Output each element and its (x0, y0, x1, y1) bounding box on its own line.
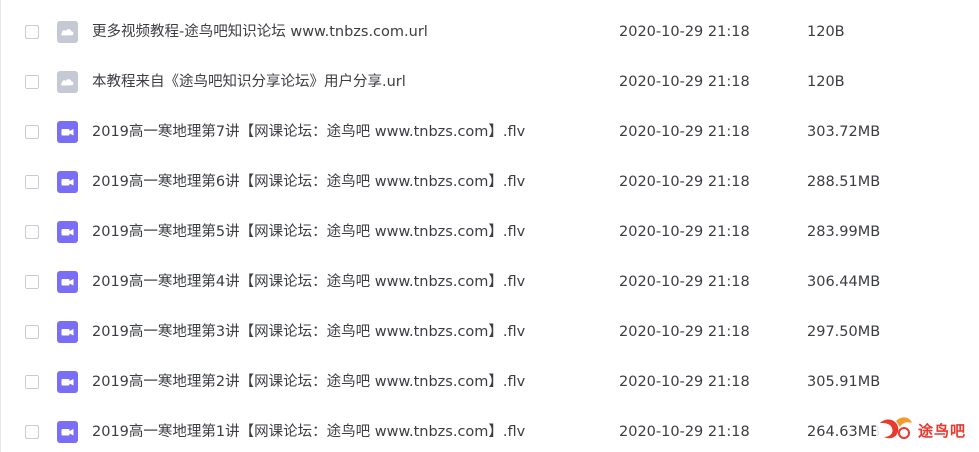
file-modified-date: 2020-10-29 21:18 (619, 224, 750, 240)
file-size: 288.51MB (807, 174, 881, 190)
bird-logo-icon (880, 417, 912, 439)
table-row[interactable]: 2019高一寒地理第5讲【网课论坛：途鸟吧 www.tnbzs.com】.flv… (0, 208, 979, 258)
file-name[interactable]: 2019高一寒地理第5讲【网课论坛：途鸟吧 www.tnbzs.com】.flv (92, 222, 525, 242)
file-size: 305.91MB (807, 374, 881, 390)
video-file-icon (57, 421, 78, 443)
file-size: 120B (807, 24, 845, 40)
file-name[interactable]: 2019高一寒地理第3讲【网课论坛：途鸟吧 www.tnbzs.com】.flv (92, 322, 525, 342)
file-name[interactable]: 2019高一寒地理第4讲【网课论坛：途鸟吧 www.tnbzs.com】.flv (92, 272, 525, 292)
table-row[interactable]: 2019高一寒地理第4讲【网课论坛：途鸟吧 www.tnbzs.com】.flv… (0, 258, 979, 308)
file-modified-date: 2020-10-29 21:18 (619, 74, 750, 90)
row-checkbox[interactable] (25, 375, 39, 389)
table-row[interactable]: 本教程来自《途鸟吧知识分享论坛》用户分享.url 2020-10-29 21:18… (0, 58, 979, 108)
table-row[interactable]: 2019高一寒地理第6讲【网课论坛：途鸟吧 www.tnbzs.com】.flv… (0, 158, 979, 208)
file-list-view: 更多视频教程-途鸟吧知识论坛 www.tnbzs.com.url 2020-10-… (0, 0, 979, 452)
file-modified-date: 2020-10-29 21:18 (619, 124, 750, 140)
table-row[interactable]: 更多视频教程-途鸟吧知识论坛 www.tnbzs.com.url 2020-10-… (0, 8, 979, 58)
file-name[interactable]: 2019高一寒地理第2讲【网课论坛：途鸟吧 www.tnbzs.com】.flv (92, 372, 525, 392)
row-checkbox[interactable] (25, 325, 39, 339)
row-checkbox[interactable] (25, 75, 39, 89)
video-file-icon (57, 321, 78, 343)
file-size: 120B (807, 74, 845, 90)
file-size: 306.44MB (807, 274, 881, 290)
file-modified-date: 2020-10-29 21:18 (619, 324, 750, 340)
row-checkbox[interactable] (25, 25, 39, 39)
row-checkbox[interactable] (25, 275, 39, 289)
file-name[interactable]: 更多视频教程-途鸟吧知识论坛 www.tnbzs.com.url (92, 22, 428, 42)
video-file-icon (57, 371, 78, 393)
row-checkbox[interactable] (25, 175, 39, 189)
row-checkbox[interactable] (25, 225, 39, 239)
file-size: 264.63MB (807, 424, 881, 440)
file-modified-date: 2020-10-29 21:18 (619, 274, 750, 290)
table-row[interactable]: 2019高一寒地理第3讲【网课论坛：途鸟吧 www.tnbzs.com】.flv… (0, 308, 979, 358)
row-checkbox[interactable] (25, 425, 39, 439)
row-checkbox[interactable] (25, 125, 39, 139)
file-name[interactable]: 2019高一寒地理第6讲【网课论坛：途鸟吧 www.tnbzs.com】.flv (92, 172, 525, 192)
file-list: 更多视频教程-途鸟吧知识论坛 www.tnbzs.com.url 2020-10-… (0, 8, 979, 452)
table-row[interactable]: 2019高一寒地理第2讲【网课论坛：途鸟吧 www.tnbzs.com】.flv… (0, 358, 979, 408)
table-row[interactable]: 2019高一寒地理第1讲【网课论坛：途鸟吧 www.tnbzs.com】.flv… (0, 408, 979, 452)
table-row[interactable]: 2019高一寒地理第7讲【网课论坛：途鸟吧 www.tnbzs.com】.flv… (0, 108, 979, 158)
file-name[interactable]: 2019高一寒地理第7讲【网课论坛：途鸟吧 www.tnbzs.com】.flv (92, 122, 525, 142)
file-modified-date: 2020-10-29 21:18 (619, 24, 750, 40)
file-name[interactable]: 本教程来自《途鸟吧知识分享论坛》用户分享.url (92, 72, 406, 92)
video-file-icon (57, 121, 78, 143)
watermark-text: 途鸟吧 (918, 421, 967, 440)
video-file-icon (57, 271, 78, 293)
file-size: 283.99MB (807, 224, 881, 240)
watermark: 途鸟吧 (876, 412, 976, 448)
url-cloud-icon (57, 21, 78, 43)
video-file-icon (57, 171, 78, 193)
file-size: 297.50MB (807, 324, 881, 340)
file-modified-date: 2020-10-29 21:18 (619, 424, 750, 440)
file-name[interactable]: 2019高一寒地理第1讲【网课论坛：途鸟吧 www.tnbzs.com】.flv (92, 422, 525, 442)
file-modified-date: 2020-10-29 21:18 (619, 374, 750, 390)
video-file-icon (57, 221, 78, 243)
file-modified-date: 2020-10-29 21:18 (619, 174, 750, 190)
file-size: 303.72MB (807, 124, 881, 140)
url-cloud-icon (57, 71, 78, 93)
